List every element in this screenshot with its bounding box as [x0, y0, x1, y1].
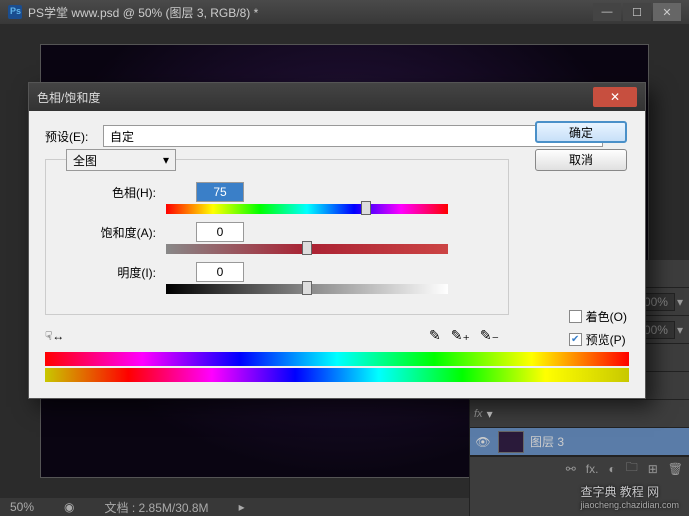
opacity-arrow-icon[interactable]: ▾	[677, 295, 683, 309]
hue-input[interactable]	[196, 182, 244, 202]
chevron-down-icon: ▾	[163, 153, 169, 167]
mask-icon[interactable]: ◐	[608, 462, 615, 476]
layer-name[interactable]: 图层 3	[530, 433, 685, 450]
layer-row-selected[interactable]: 👁 图层 3	[470, 428, 689, 456]
app-window: PS学堂 www.psd @ 50% (图层 3, RGB/8) * — ☐ ✕…	[0, 0, 689, 516]
ok-button[interactable]: 确定	[535, 121, 627, 143]
hue-saturation-dialog: 色相/饱和度 ✕ 确定 取消 预设(E): 自定 ▾ ≡ 全图 ▾	[28, 82, 646, 399]
app-icon	[8, 5, 22, 19]
nav-icon[interactable]: ◉	[64, 500, 74, 514]
visibility-icon[interactable]: 👁	[474, 435, 492, 449]
dialog-titlebar[interactable]: 色相/饱和度 ✕	[29, 83, 645, 111]
channel-value: 全图	[73, 152, 97, 169]
dialog-close-button[interactable]: ✕	[593, 87, 637, 107]
saturation-label: 饱和度(A):	[66, 224, 196, 241]
saturation-slider[interactable]	[166, 244, 448, 254]
doc-size: 文档 : 2.85M/30.8M	[105, 499, 209, 516]
layer-panel-footer: ⚯ fx. ◐ 🗀 ⊞ 🗑	[470, 456, 689, 480]
lightness-slider[interactable]	[166, 284, 448, 294]
preset-select[interactable]: 自定 ▾	[103, 125, 603, 147]
saturation-slider-thumb[interactable]	[302, 241, 312, 255]
scrub-icon[interactable]: ☟↔	[45, 329, 75, 343]
spectrum-bottom	[45, 368, 629, 382]
lightness-input[interactable]	[196, 262, 244, 282]
spectrum-top	[45, 352, 629, 366]
status-bar: 50% ◉ 文档 : 2.85M/30.8M ▸	[0, 498, 469, 516]
fx-chevron-icon[interactable]: ▾	[487, 407, 493, 421]
folder-icon[interactable]: 🗀	[626, 458, 638, 479]
saturation-input[interactable]	[196, 222, 244, 242]
layer-thumbnail[interactable]	[498, 431, 524, 453]
link-icon[interactable]: ⚯	[566, 462, 576, 476]
zoom-level[interactable]: 50%	[10, 500, 34, 514]
eyedropper-add-icon[interactable]: ✎₊	[451, 327, 470, 344]
titlebar: PS学堂 www.psd @ 50% (图层 3, RGB/8) * — ☐ ✕	[0, 0, 689, 24]
lightness-label: 明度(I):	[66, 264, 196, 281]
trash-icon[interactable]: 🗑	[668, 462, 683, 476]
eyedropper-icon[interactable]: ✎	[429, 327, 441, 344]
adjustment-group: 全图 ▾ 色相(H): 饱和度(A): 明度(	[45, 159, 509, 315]
watermark-text: 查字典 教程 网	[580, 483, 679, 500]
preset-label: 预设(E):	[45, 128, 103, 145]
hue-label: 色相(H):	[66, 184, 196, 201]
dialog-title: 色相/饱和度	[37, 89, 593, 106]
fill-arrow-icon[interactable]: ▾	[677, 323, 683, 337]
status-arrow-icon[interactable]: ▸	[239, 500, 245, 514]
close-button[interactable]: ✕	[653, 3, 681, 21]
preset-value: 自定	[110, 128, 134, 145]
maximize-button[interactable]: ☐	[623, 3, 651, 21]
colorize-checkbox[interactable]	[569, 310, 582, 323]
hue-slider[interactable]	[166, 204, 448, 214]
eyedropper-subtract-icon[interactable]: ✎₋	[480, 327, 499, 344]
cancel-button[interactable]: 取消	[535, 149, 627, 171]
channel-select[interactable]: 全图 ▾	[66, 149, 176, 171]
watermark: 查字典 教程 网 jiaocheng.chazidian.com	[580, 483, 679, 510]
layer-row[interactable]: fx ▾	[470, 400, 689, 428]
new-layer-icon[interactable]: ⊞	[648, 462, 658, 476]
lightness-slider-thumb[interactable]	[302, 281, 312, 295]
colorize-label: 着色(O)	[586, 308, 627, 325]
layer-fx-label: fx	[474, 408, 483, 420]
document-title: PS学堂 www.psd @ 50% (图层 3, RGB/8) *	[28, 4, 593, 21]
minimize-button[interactable]: —	[593, 3, 621, 21]
hue-slider-thumb[interactable]	[361, 201, 371, 215]
preview-label: 预览(P)	[586, 331, 626, 348]
preview-checkbox[interactable]: ✔	[569, 333, 582, 346]
fx-icon[interactable]: fx.	[586, 462, 599, 476]
watermark-url: jiaocheng.chazidian.com	[580, 500, 679, 510]
